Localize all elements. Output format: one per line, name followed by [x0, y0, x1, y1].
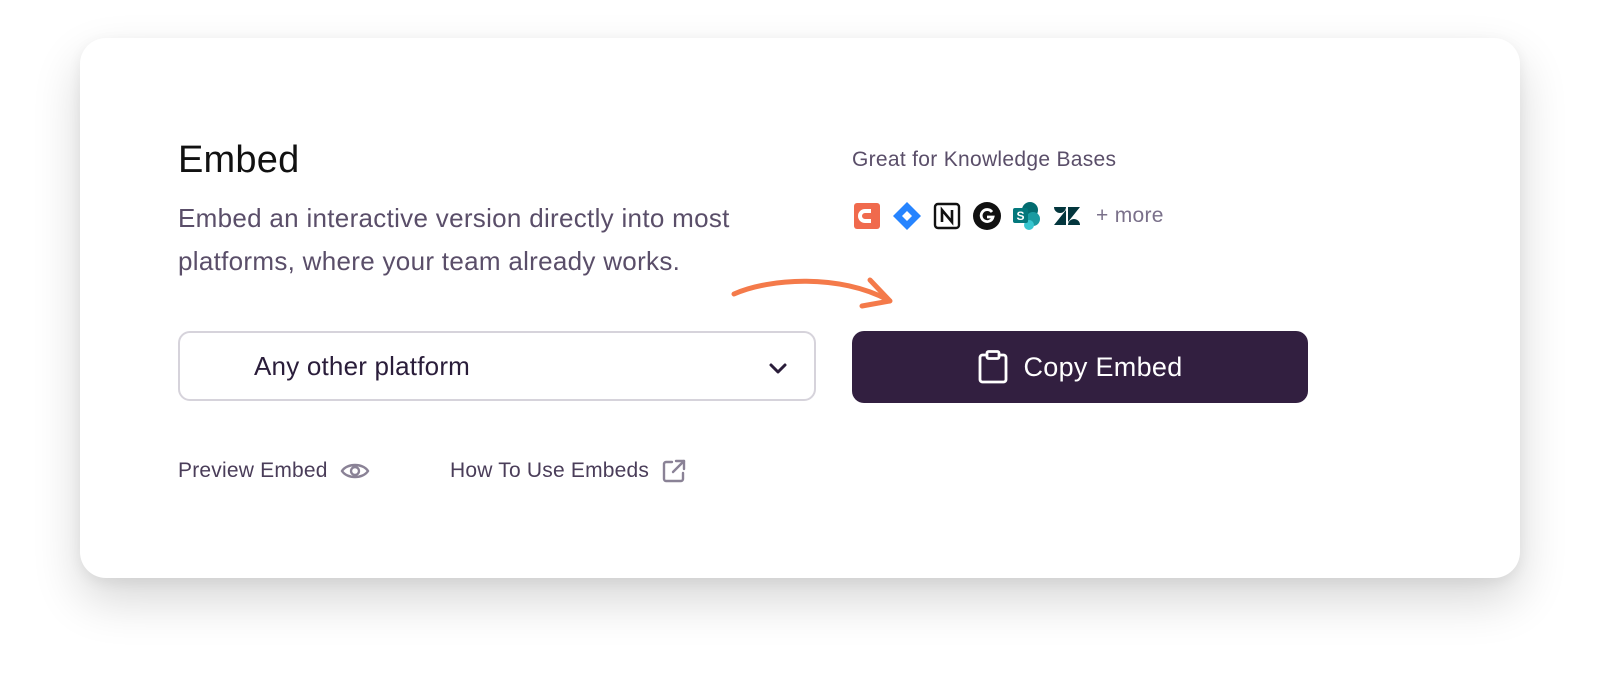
platform-select[interactable]: Any other platform: [178, 331, 816, 401]
notion-icon: [932, 201, 962, 231]
jira-icon: [892, 201, 922, 231]
sharepoint-icon: S: [1012, 201, 1042, 231]
svg-text:S: S: [1016, 209, 1024, 223]
copy-embed-label: Copy Embed: [1023, 351, 1183, 382]
zendesk-icon: [1052, 201, 1082, 231]
platform-logos: S + more: [852, 200, 1164, 232]
preview-embed-label: Preview Embed: [178, 459, 328, 482]
curved-arrow-icon: [731, 277, 893, 309]
preview-embed-link[interactable]: Preview Embed: [178, 455, 370, 487]
copy-embed-button[interactable]: Copy Embed: [852, 331, 1308, 403]
how-to-use-embeds-link[interactable]: How To Use Embeds: [450, 455, 687, 487]
platform-select-value: Any other platform: [254, 351, 471, 381]
card-title: Embed: [178, 139, 300, 181]
confluence-icon: [852, 201, 882, 231]
eye-icon: [340, 460, 370, 482]
guru-icon: [972, 201, 1002, 231]
card-description: Embed an interactive version directly in…: [178, 203, 730, 276]
chevron-down-icon: [766, 356, 790, 385]
knowledge-bases-label: Great for Knowledge Bases: [852, 148, 1117, 171]
more-platforms-link[interactable]: + more: [1096, 204, 1164, 228]
how-to-use-embeds-label: How To Use Embeds: [450, 459, 650, 482]
external-link-icon: [661, 458, 687, 484]
clipboard-icon: [977, 350, 1009, 384]
